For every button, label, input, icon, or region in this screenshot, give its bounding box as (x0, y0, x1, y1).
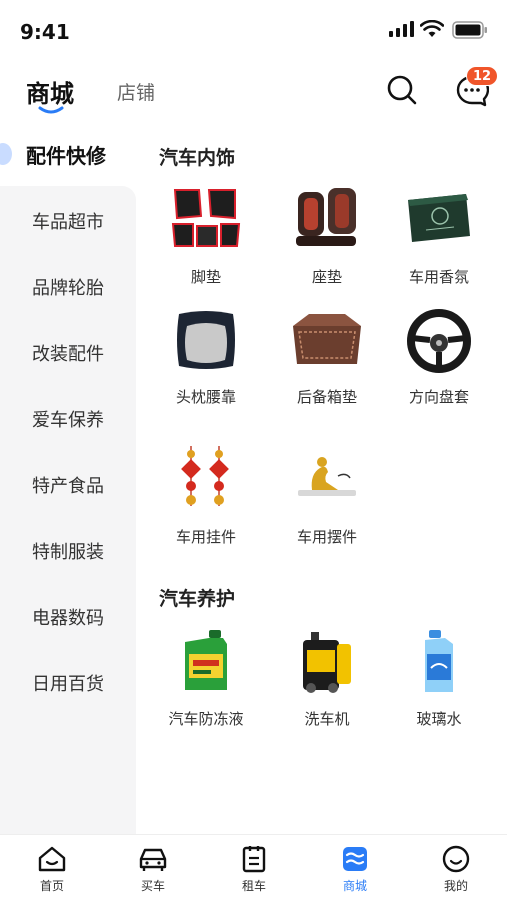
steering-wheel-cover-icon (407, 309, 471, 373)
tab-label: 商城 (342, 879, 367, 893)
sidebar-item[interactable]: 车品超市 (0, 208, 136, 234)
category-label: 脚垫 (190, 268, 221, 286)
antifreeze-icon (185, 630, 227, 690)
tab-mall-bottom[interactable]: 商城 (325, 845, 385, 894)
message-badge: 12 (466, 66, 499, 86)
status-bar: 9:41 (0, 0, 507, 60)
sidebar-item[interactable]: 特产食品 (0, 472, 136, 498)
sidebar-item-active[interactable]: 配件快修 (0, 138, 136, 170)
active-tab-indicator (38, 106, 64, 114)
category-cell[interactable]: 头枕腰靠 (145, 308, 267, 418)
category-label: 洗车机 (304, 710, 350, 728)
search-icon[interactable] (386, 74, 418, 106)
car-washer-icon (303, 632, 351, 693)
category-cell[interactable]: 方向盘套 (378, 308, 500, 418)
sidebar-item[interactable]: 日用百货 (0, 670, 136, 696)
home-icon (38, 846, 66, 872)
tab-label: 买车 (140, 879, 165, 893)
category-label: 后备箱垫 (296, 388, 357, 406)
category-cell[interactable]: 座垫 (266, 186, 388, 296)
car-ornament-icon (298, 457, 356, 496)
cellular-signal-icon (389, 21, 414, 37)
tab-rent-car[interactable]: 租车 (224, 845, 284, 894)
category-cell[interactable]: 洗车机 (266, 630, 388, 740)
seat-cushion-icon (296, 188, 356, 246)
car-pendant-icon (181, 446, 229, 506)
tab-store[interactable]: 店铺 (117, 78, 155, 105)
category-cell[interactable]: 车用挂件 (145, 446, 267, 556)
category-label: 头枕腰靠 (175, 388, 236, 406)
bottom-tab-bar: 首页 买车 租车 商城 我的 (0, 834, 507, 900)
sidebar-item[interactable]: 改装配件 (0, 340, 136, 366)
tab-profile[interactable]: 我的 (426, 845, 486, 894)
trunk-mat-icon (293, 314, 361, 364)
wifi-icon (420, 20, 444, 37)
category-label: 玻璃水 (416, 710, 462, 728)
profile-smile-icon (442, 845, 470, 873)
sidebar-item[interactable]: 爱车保养 (0, 406, 136, 432)
section-title: 汽车内饰 (159, 147, 236, 169)
tab-label: 首页 (39, 879, 64, 893)
category-cell[interactable]: 玻璃水 (378, 630, 500, 740)
category-cell[interactable]: 车用摆件 (266, 446, 388, 556)
car-fragrance-icon (408, 194, 470, 242)
floor-mat-icon (171, 189, 241, 247)
section-title: 汽车养护 (159, 588, 236, 610)
status-time: 9:41 (20, 20, 70, 44)
category-label: 车用挂件 (175, 528, 236, 546)
sidebar-item[interactable]: 特制服装 (0, 538, 136, 564)
category-cell[interactable]: 脚垫 (145, 186, 267, 296)
tab-mall[interactable]: 商城 (26, 74, 74, 109)
sidebar-item[interactable]: 电器数码 (0, 604, 136, 630)
category-cell[interactable]: 后备箱垫 (266, 308, 388, 418)
category-label: 车用摆件 (296, 528, 357, 546)
tab-label: 我的 (443, 879, 468, 893)
mall-icon (343, 847, 367, 871)
sidebar-item-label: 配件快修 (26, 144, 106, 168)
rent-clipboard-icon (242, 846, 266, 873)
active-indicator (0, 143, 12, 165)
category-cell[interactable]: 汽车防冻液 (145, 630, 267, 740)
tab-home[interactable]: 首页 (22, 845, 82, 894)
category-sidebar: 车品超市 品牌轮胎 改装配件 爱车保养 特产食品 特制服装 电器数码 日用百货 (0, 186, 136, 834)
glass-water-icon (425, 630, 453, 692)
category-label: 方向盘套 (408, 388, 469, 406)
category-cell[interactable]: 车用香氛 (378, 186, 500, 296)
category-label: 车用香氛 (408, 268, 469, 286)
headrest-pillow-icon (177, 311, 235, 369)
category-label: 汽车防冻液 (168, 710, 244, 728)
category-label: 座垫 (311, 268, 342, 286)
tab-buy-car[interactable]: 买车 (123, 845, 183, 894)
car-icon (139, 848, 167, 871)
battery-icon (452, 21, 487, 39)
top-nav: 商城 店铺 (0, 64, 507, 124)
sidebar-item[interactable]: 品牌轮胎 (0, 274, 136, 300)
tab-label: 租车 (241, 879, 266, 893)
